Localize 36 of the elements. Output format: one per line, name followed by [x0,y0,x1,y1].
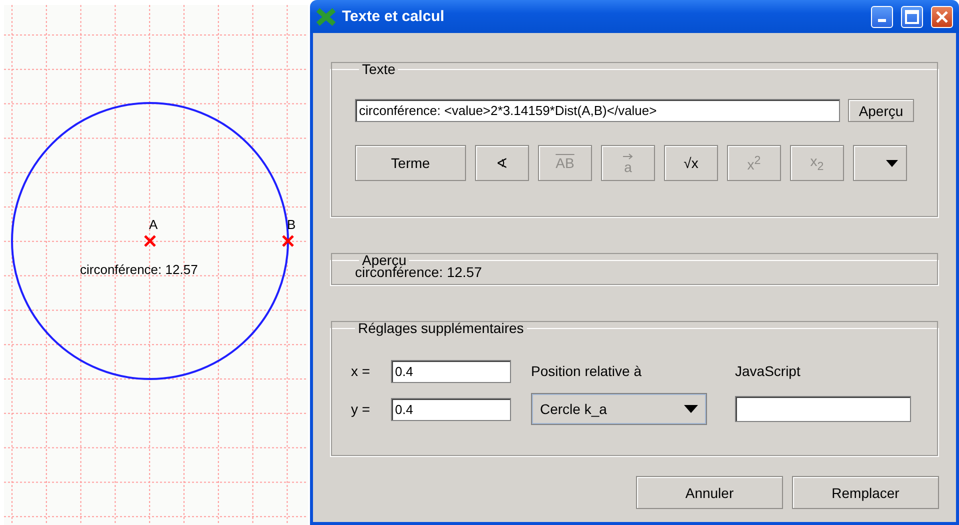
root-button[interactable]: √x [664,145,718,181]
dropdown-arrow-icon [886,160,898,166]
maximize-button[interactable] [901,6,923,28]
app-icon [316,8,336,26]
caption-text: circonférence: 12.57 [80,262,198,277]
preview-text: circonférence: 12.57 [355,265,483,280]
replace-button[interactable]: Remplacer [792,476,939,509]
javascript-label: JavaScript [735,363,802,379]
group-title: Aperçu [362,252,406,268]
relative-dropdown[interactable]: Cercle k_a [531,393,707,425]
point-marker [144,234,156,248]
preview-button[interactable]: Aperçu [848,99,914,122]
point-label: B [287,217,296,232]
menu-button[interactable] [853,145,907,181]
term-button[interactable]: Terme [355,145,466,181]
point-label: A [149,217,158,232]
x-label: x = [351,363,372,379]
relative-label: Position relative à [531,363,643,379]
minimize-button[interactable] [871,6,893,28]
group-title: Texte [361,61,396,77]
point-marker [282,234,294,248]
angle-button[interactable]: ∢ [475,145,529,181]
y-input[interactable]: 0.4 [391,398,511,420]
close-button[interactable] [931,6,953,28]
javascript-input[interactable] [735,396,911,422]
close-icon [935,10,949,24]
minimize-icon [878,19,886,22]
arrow-icon [623,152,633,160]
x-input[interactable]: 0.4 [391,360,511,382]
dropdown-arrow-icon [684,405,698,413]
text-input[interactable]: circonférence: <value>2*3.14159*Dist(A,B)</value> [355,99,840,122]
maximize-icon [905,10,919,24]
y-label: y = [351,401,372,417]
window-title: Texte et calcul [342,8,446,25]
group-title: Réglages supplémentaires [357,320,525,336]
cancel-button[interactable]: Annuler [636,476,783,509]
